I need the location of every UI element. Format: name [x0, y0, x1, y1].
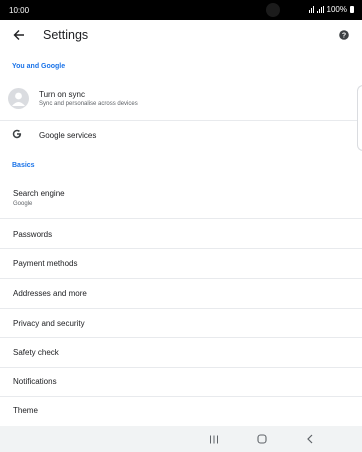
avatar-icon: [8, 88, 29, 109]
payment-methods-label: Payment methods: [13, 259, 78, 268]
addresses-label: Addresses and more: [13, 289, 87, 298]
scrollbar-thumb[interactable]: [357, 85, 362, 151]
app-bar: Settings ?: [0, 20, 362, 50]
privacy-label: Privacy and security: [13, 319, 85, 328]
sync-title: Turn on sync: [39, 90, 85, 99]
section-basics: Basics: [12, 162, 35, 169]
wifi-signal-icon: [308, 6, 314, 13]
home-icon: [257, 434, 267, 444]
passwords-row[interactable]: Passwords: [0, 219, 362, 248]
camera-cutout: [266, 3, 280, 17]
home-button[interactable]: [255, 433, 269, 445]
addresses-row[interactable]: Addresses and more: [0, 279, 362, 308]
passwords-label: Passwords: [13, 230, 53, 239]
notifications-row[interactable]: Notifications: [0, 368, 362, 396]
recent-apps-icon: [210, 435, 218, 443]
back-nav-icon: [307, 434, 313, 444]
privacy-row[interactable]: Privacy and security: [0, 309, 362, 337]
system-nav-bar: [0, 426, 362, 452]
search-engine-value: Google: [13, 201, 33, 207]
sync-subtitle: Sync and personalise across devices: [39, 101, 138, 107]
back-button[interactable]: [11, 28, 27, 42]
theme-row[interactable]: Theme: [0, 397, 362, 426]
cell-signal-icon: [316, 6, 324, 13]
google-g-icon: [12, 129, 22, 139]
nav-back-button[interactable]: [303, 433, 317, 445]
search-engine-row[interactable]: Search engine: [0, 178, 362, 218]
battery-icon: [350, 6, 354, 13]
notifications-label: Notifications: [13, 377, 57, 386]
section-you-and-google: You and Google: [12, 63, 66, 70]
status-time: 10:00: [9, 6, 30, 15]
recent-apps-button[interactable]: [207, 433, 221, 445]
google-services-label: Google services: [39, 131, 97, 140]
status-bar: 10:00 100%: [0, 0, 362, 20]
safety-check-row[interactable]: Safety check: [0, 338, 362, 367]
payment-methods-row[interactable]: Payment methods: [0, 249, 362, 278]
help-icon[interactable]: ?: [339, 30, 349, 40]
sync-row[interactable]: [0, 80, 362, 120]
theme-label: Theme: [13, 406, 38, 415]
back-arrow-icon: [13, 30, 24, 40]
safety-check-label: Safety check: [13, 348, 59, 357]
status-icons: 100%: [308, 5, 354, 14]
search-engine-label: Search engine: [13, 189, 65, 198]
battery-percent: 100%: [326, 5, 347, 14]
svg-text:?: ?: [342, 33, 346, 40]
page-title: Settings: [43, 28, 89, 42]
